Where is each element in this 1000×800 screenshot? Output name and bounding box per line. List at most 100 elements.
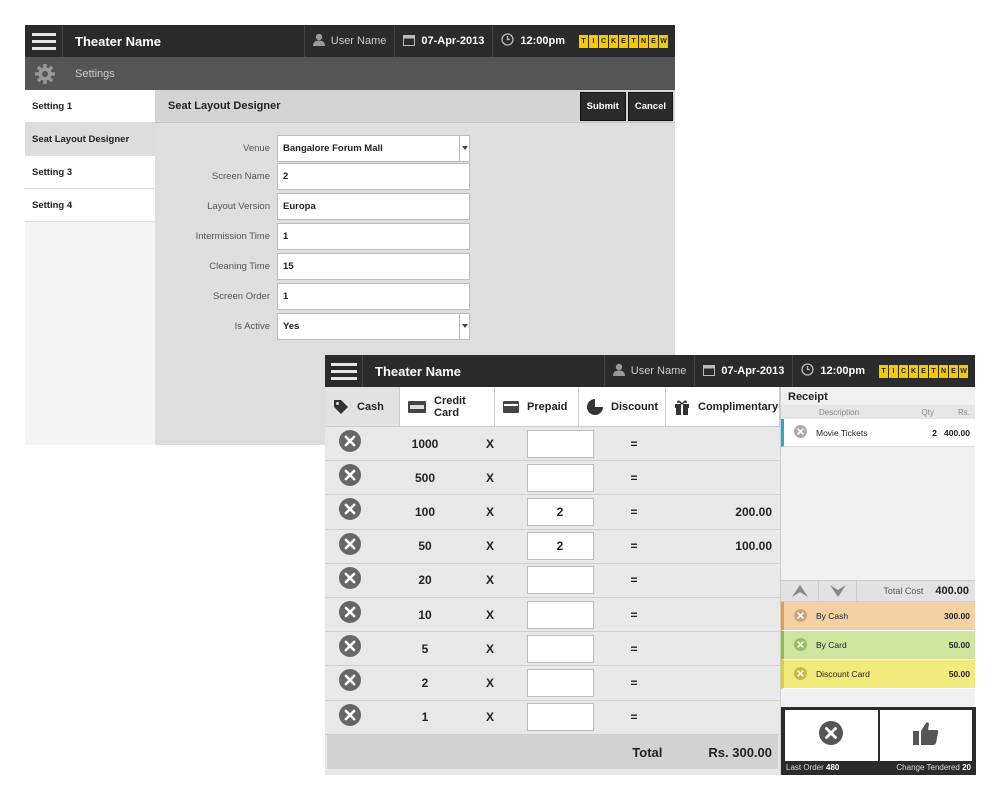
last-order: Last Order 480 xyxy=(786,763,840,772)
submit-button[interactable]: Submit xyxy=(579,91,626,121)
equals-sign: = xyxy=(630,573,638,588)
sidebar-item[interactable]: Setting 1 xyxy=(25,90,155,123)
form-row: Intermission Time 1 xyxy=(155,222,470,250)
sidebar-item[interactable]: Setting 4 xyxy=(25,189,155,222)
quantity-input[interactable] xyxy=(526,634,594,663)
remove-payment-button[interactable] xyxy=(784,637,816,653)
time-text: 12:00pm xyxy=(520,35,565,47)
clear-row-button[interactable] xyxy=(325,464,375,491)
total-value: Rs. 300.00 xyxy=(708,744,772,760)
tab-discount[interactable]: Discount xyxy=(579,387,666,426)
pos-header: Theater Name User Name 07-Apr-2013 12:00… xyxy=(325,355,975,387)
user-info[interactable]: User Name xyxy=(303,25,395,57)
qty-wrap xyxy=(505,566,615,595)
form-input[interactable]: 15 xyxy=(277,252,470,280)
tab-prepaid[interactable]: Prepaid xyxy=(495,387,579,426)
quantity-input[interactable] xyxy=(526,566,594,595)
logo-letter: I xyxy=(589,34,598,48)
quantity-input[interactable] xyxy=(526,668,594,697)
cancel-order-button[interactable] xyxy=(785,710,878,761)
receipt-item[interactable]: Movie Tickets 2 400.00 xyxy=(781,419,975,447)
quantity-input[interactable]: 2 xyxy=(526,532,594,561)
quantity-input[interactable] xyxy=(526,600,594,629)
tab-cash[interactable]: Cash xyxy=(325,387,400,426)
logo-letter: T xyxy=(929,364,938,378)
content-title: Seat Layout Designer xyxy=(168,100,281,112)
change-tendered: Change Tendered 20 xyxy=(896,763,971,772)
quantity-input[interactable]: 2 xyxy=(526,497,594,526)
wallet-icon xyxy=(503,400,519,413)
clear-row-button[interactable] xyxy=(325,703,375,731)
confirm-order-button[interactable] xyxy=(879,710,972,761)
form-select[interactable]: Yes xyxy=(277,312,470,340)
form-input[interactable]: Europa xyxy=(277,192,470,220)
gear-icon xyxy=(25,63,65,85)
form-value: 2 xyxy=(283,170,289,182)
payment-row[interactable]: Discount Card 50.00 xyxy=(781,660,975,689)
quantity-input[interactable] xyxy=(526,429,594,458)
clear-row-button[interactable] xyxy=(325,532,375,560)
menu-icon[interactable] xyxy=(325,355,363,387)
denomination-value: 1 xyxy=(421,710,429,725)
clear-row-button[interactable] xyxy=(325,430,375,457)
clear-row-button[interactable] xyxy=(325,566,375,594)
user-name: User Name xyxy=(330,35,387,47)
form-input[interactable]: 2 xyxy=(277,162,470,190)
logo-letter: E xyxy=(919,364,928,378)
denomination-row: 2 X = xyxy=(325,666,780,701)
close-circle-icon xyxy=(793,637,807,653)
equals-sign: = xyxy=(630,539,638,554)
denomination-value: 2 xyxy=(421,675,429,690)
form-input[interactable]: 1 xyxy=(277,282,470,310)
denomination-value: 1000 xyxy=(411,436,439,451)
multiply-sign: X xyxy=(485,710,494,725)
equals-sign: = xyxy=(630,470,638,485)
form-select[interactable]: Bangalore Forum Mall xyxy=(277,134,470,162)
logo-letter: K xyxy=(609,34,618,48)
sidebar-item[interactable]: Seat Layout Designer xyxy=(25,123,155,156)
multiply-sign: X xyxy=(485,504,494,519)
qty-wrap xyxy=(505,429,615,458)
logo-letter: E xyxy=(949,364,958,378)
sidebar-item[interactable]: Setting 3 xyxy=(25,156,155,189)
down-arrow-icon[interactable] xyxy=(819,581,857,601)
up-arrow-icon[interactable] xyxy=(781,581,819,601)
form-label: Screen Name xyxy=(211,170,270,182)
form-row: Cleaning Time 15 xyxy=(155,252,470,280)
payment-row[interactable]: By Card 50.00 xyxy=(781,631,975,660)
chevron-down-icon xyxy=(459,313,469,339)
clear-row-button[interactable] xyxy=(325,635,375,662)
remove-item-button[interactable] xyxy=(784,425,816,440)
tab-credit-card[interactable]: Credit Card xyxy=(400,387,495,426)
clock-icon xyxy=(801,363,815,379)
cancel-button[interactable]: Cancel xyxy=(627,91,673,121)
multiply-sign: X xyxy=(485,470,494,485)
form-input[interactable]: 1 xyxy=(277,222,470,250)
quantity-input[interactable] xyxy=(526,463,594,492)
logo-letter: K xyxy=(909,364,918,378)
remove-payment-button[interactable] xyxy=(784,666,816,682)
tab-complimentary[interactable]: Complimentary xyxy=(666,387,780,426)
tag-icon xyxy=(333,399,349,415)
form-value: Yes xyxy=(283,320,300,332)
menu-icon[interactable] xyxy=(25,25,63,57)
denomination-row: 500 X = xyxy=(325,461,780,496)
clear-row-button[interactable] xyxy=(325,669,375,696)
payment-row[interactable]: By Cash 300.00 xyxy=(781,602,975,631)
denomination-list: 1000 X = 500 X = 100 X 2 = 200.00 50 X 2 = 100.00 20 X = 10… xyxy=(325,427,780,735)
receipt-panel: Receipt Description Qty Rs. Movie Ticket… xyxy=(780,387,976,775)
clear-row-button[interactable] xyxy=(325,601,375,628)
remove-payment-button[interactable] xyxy=(784,608,816,624)
total-cost-label: Total Cost xyxy=(883,586,924,596)
close-circle-icon xyxy=(339,430,361,457)
denomination-row: 10 X = xyxy=(325,597,780,633)
user-info[interactable]: User Name xyxy=(603,355,695,387)
close-circle-icon xyxy=(339,601,361,628)
ticketnew-logo: TICKETNEW xyxy=(879,364,969,378)
clear-row-button[interactable] xyxy=(325,498,375,525)
form-row: Layout Version Europa xyxy=(155,192,470,220)
quantity-input[interactable] xyxy=(526,703,594,732)
close-circle-icon xyxy=(339,498,361,525)
col-qty: Qty xyxy=(921,407,934,417)
logo-letter: T xyxy=(579,34,588,48)
